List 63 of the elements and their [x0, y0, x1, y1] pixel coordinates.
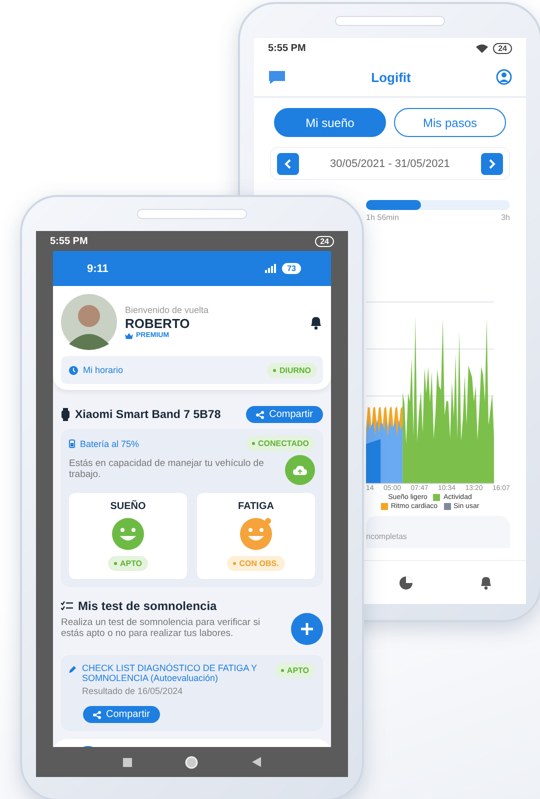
share-button[interactable]: Compartir	[246, 406, 323, 423]
status-time: 5:55 PM	[268, 42, 306, 54]
chevron-right-icon	[488, 158, 496, 168]
previous-button[interactable]	[277, 152, 299, 174]
greeting-text: Bienvenido de vuelta	[125, 305, 210, 315]
upload-button[interactable]	[285, 455, 315, 485]
next-button[interactable]	[480, 152, 503, 174]
bell-icon[interactable]	[479, 575, 493, 590]
help-chat-icon[interactable]	[268, 70, 286, 84]
app-status-time: 9:11	[87, 262, 108, 274]
sleep-duration: 1h 56min	[366, 213, 399, 222]
chevron-left-icon	[284, 158, 292, 168]
share-icon	[93, 710, 101, 719]
pencil-icon	[69, 665, 77, 673]
avatar	[61, 294, 117, 350]
battery-level: Batería al 75%	[80, 438, 140, 448]
battery-icon	[69, 439, 75, 448]
schedule-bar[interactable]: Mi horario DIURNO	[61, 356, 323, 384]
tab[interactable]: Mis pasos	[394, 108, 506, 137]
share-button[interactable]: Compartir	[83, 706, 160, 724]
clock-icon	[69, 366, 78, 374]
status-message: Estás en capacidad de manejar tu vehículo de trabajo.	[69, 459, 265, 481]
notification-bell-icon[interactable]	[309, 314, 323, 330]
device-name: Xiaomi Smart Band 7 5B78	[75, 408, 221, 420]
user-name: ROBERTO	[125, 316, 191, 331]
recent-apps-icon[interactable]	[122, 758, 132, 766]
test-status: APTO	[274, 663, 315, 678]
section-title: Mis test de somnolencia	[78, 599, 217, 613]
smiley-face-icon	[239, 517, 273, 551]
crown-icon	[125, 332, 133, 338]
status-time: 5:55 PM	[50, 236, 88, 246]
deep-sleep-area	[366, 439, 381, 484]
cloud-upload-icon	[293, 465, 307, 475]
app-title: Logifit	[371, 70, 411, 84]
tab[interactable]: Mi sueño	[274, 108, 386, 137]
home-icon[interactable]	[185, 756, 198, 768]
signal-icon	[265, 264, 278, 273]
back-icon[interactable]	[252, 757, 262, 767]
test-title[interactable]: CHECK LIST DIAGNÓSTICO DE FATIGA Y SOMNOLENCIA (Autoevaluación)	[82, 663, 267, 684]
indicator-status: APTO	[108, 556, 148, 571]
indicator-title: SUEÑO	[110, 501, 146, 512]
schedule-status: DIURNO	[267, 362, 317, 378]
connection-status: CONECTADO	[246, 436, 315, 451]
indicator-status: CON OBS.	[227, 556, 285, 571]
share-icon	[256, 410, 264, 418]
battery-indicator: 24	[315, 236, 334, 246]
indicator-title: FATIGA	[238, 501, 274, 512]
section-description: Realiza un test de somnolencia para verificar si estás apto o no para realizar tus labores.	[61, 618, 262, 640]
checklist-icon	[61, 601, 73, 611]
schedule-label: Mi horario	[83, 365, 124, 375]
sleep-max: 3h	[501, 213, 510, 222]
smiley-face-icon	[111, 517, 145, 551]
pie-chart-icon[interactable]	[399, 576, 413, 590]
card-text: ncompletas	[366, 532, 407, 541]
plus-icon	[300, 622, 314, 636]
user-profile-icon[interactable]	[496, 69, 512, 85]
date-range: 30/05/2021 - 31/05/2021	[330, 158, 450, 170]
wifi-icon	[476, 44, 488, 52]
add-test-button[interactable]	[291, 613, 323, 645]
test-date: Resultado de 16/05/2024	[82, 686, 184, 696]
battery-indicator: 24	[493, 42, 512, 54]
smartwatch-icon	[61, 408, 70, 421]
battery-indicator: 73	[282, 263, 301, 274]
